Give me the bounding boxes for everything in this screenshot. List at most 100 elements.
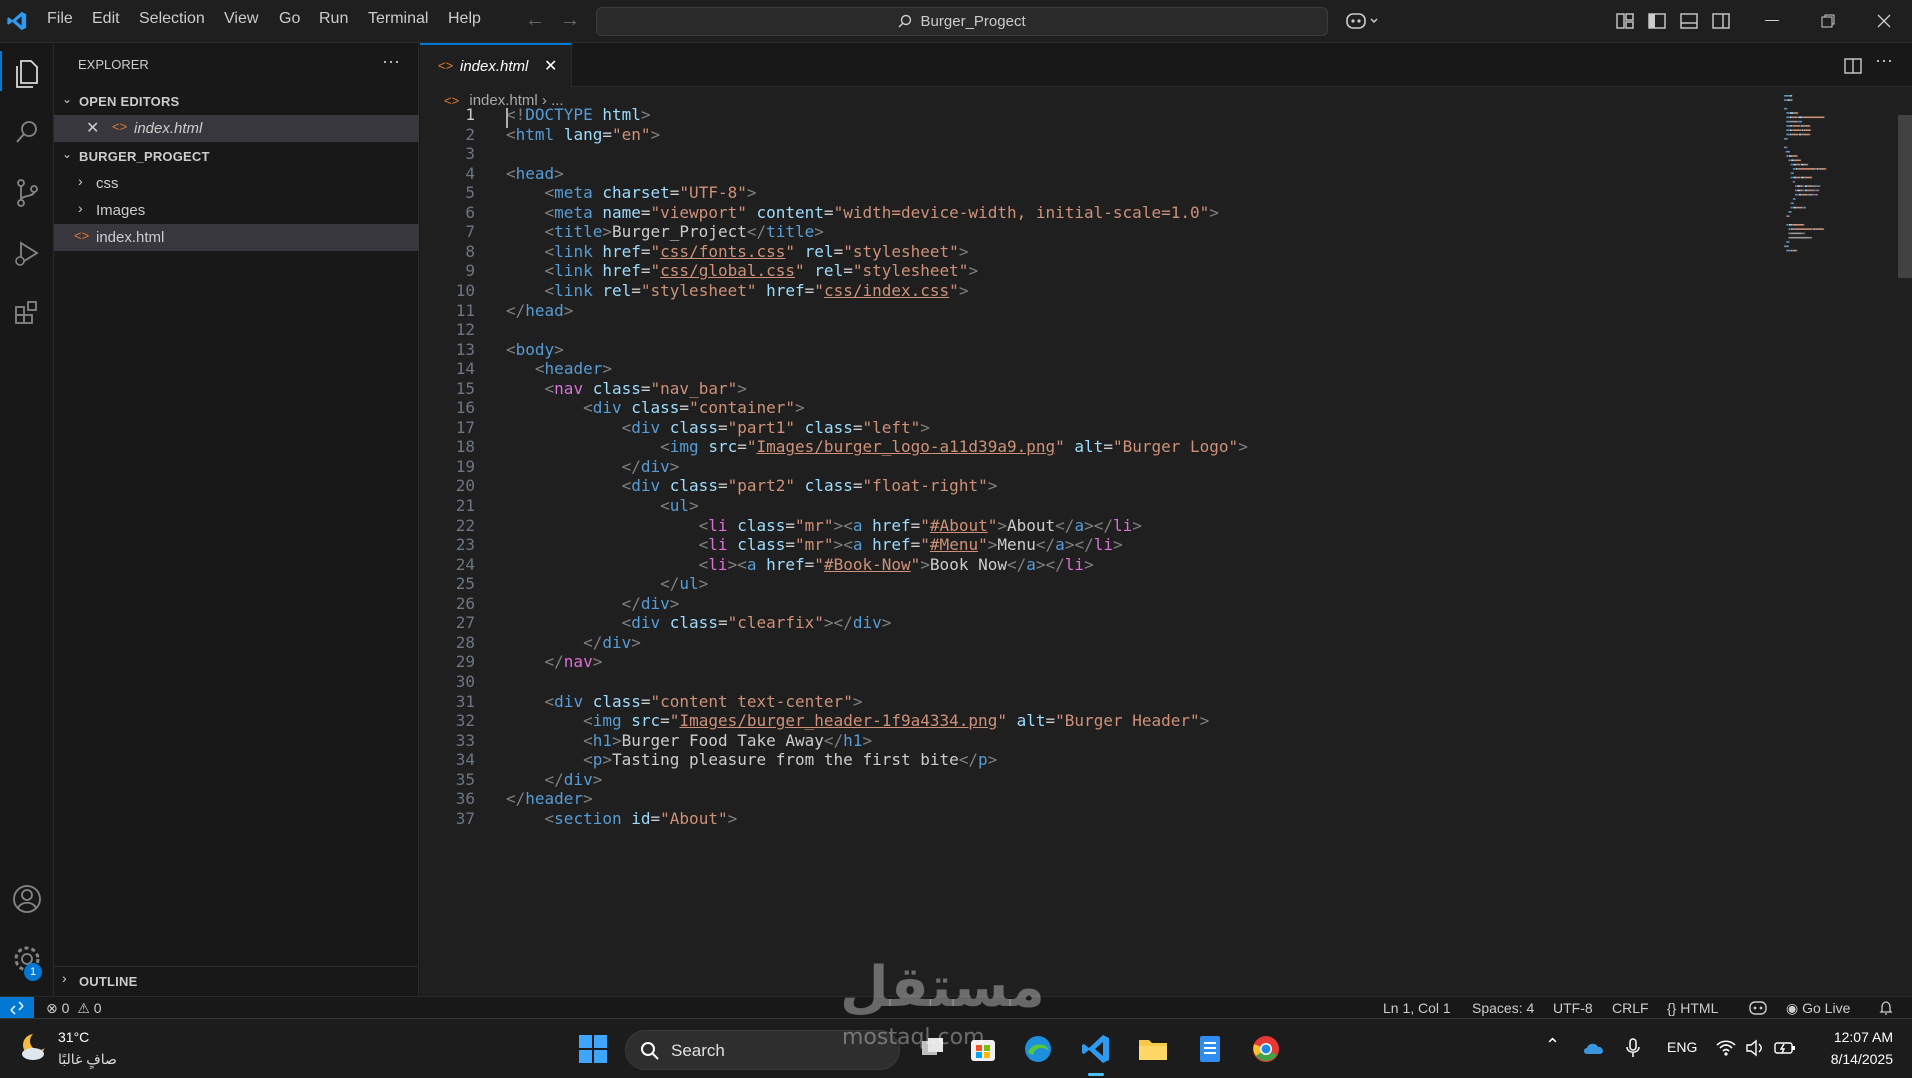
remote-indicator[interactable] [0,997,34,1019]
minimap-token [1791,202,1794,205]
minimap-token [1790,232,1803,235]
restore-button[interactable] [1820,13,1836,29]
problems-indicator[interactable]: ⊗ 0 ⚠ 0 [46,1000,102,1017]
project-folder-section[interactable]: ⌄ BURGER_PROGECT [54,143,419,170]
minimap-token [1794,159,1801,162]
notepad-icon[interactable] [1192,1031,1228,1067]
folder-label: css [96,175,119,192]
microphone-icon[interactable] [1625,1037,1641,1059]
editor-more-actions-icon[interactable]: ··· [1875,50,1893,71]
vertical-scrollbar[interactable] [1898,115,1912,278]
end-of-line[interactable]: CRLF [1612,1000,1649,1016]
minimap-token [1793,112,1798,114]
split-editor-icon[interactable] [1844,57,1862,75]
code-text: <header> [534,359,612,379]
minimap-token [1788,159,1789,162]
code-text: <nav class="nav_bar"> [544,378,747,398]
code-text: <!DOCTYPE html> [506,105,651,124]
wifi-icon[interactable] [1716,1039,1736,1057]
weather-moon-icon[interactable] [16,1029,52,1065]
toggle-secondary-sidebar-icon[interactable] [1712,12,1730,30]
windows-start-icon[interactable] [575,1031,611,1067]
forward-arrow-icon[interactable]: → [560,9,580,32]
vscode-taskbar-icon[interactable] [1078,1031,1114,1067]
minimap-token [1801,120,1803,123]
minimap-token [1790,236,1810,239]
copilot-icon[interactable] [1345,11,1381,31]
menu-file[interactable]: File [47,10,73,28]
minimap-token [1786,125,1787,127]
accounts-icon[interactable] [9,881,45,917]
minimap-token [1789,99,1791,101]
close-window-button[interactable] [1876,13,1892,29]
minimap-token [1792,116,1798,119]
edge-browser-icon[interactable] [1020,1031,1056,1067]
extensions-icon[interactable] [9,295,45,331]
copilot-status-icon[interactable] [1749,1000,1767,1016]
minimap-token [1797,185,1800,187]
minimap-token [1807,185,1809,187]
text-cursor [506,108,508,128]
minimap-token [1792,129,1801,131]
clock-date[interactable]: 8/14/2025 [1817,1051,1893,1067]
more-actions-icon[interactable]: ··· [382,51,400,72]
menu-help[interactable]: Help [448,10,481,28]
minimap-token [1797,155,1798,157]
menu-run[interactable]: Run [319,10,348,28]
line-number: 15 [455,378,475,398]
minimize-button[interactable] [1765,20,1779,21]
menu-go[interactable]: Go [279,10,300,28]
tab-index-html[interactable]: <> index.html ✕ [420,43,572,87]
battery-charging-icon[interactable] [1774,1039,1796,1057]
open-editor-item[interactable]: ✕ <> index.html [54,115,419,142]
minimap-token [1796,206,1797,209]
menu-view[interactable]: View [224,10,258,28]
file-index-html[interactable]: <> index.html [54,224,419,251]
code-editor[interactable]: <> index.html › ... 1 <!DOCTYPE html> 2 <ht… [420,87,1912,996]
minimap-token [1796,249,1798,252]
folder-css[interactable]: › css [54,170,419,197]
file-explorer-icon[interactable] [1135,1031,1171,1067]
chrome-icon[interactable] [1248,1031,1284,1067]
minimap-token [1817,189,1819,192]
run-debug-icon[interactable] [9,235,45,271]
line-number: 23 [455,535,475,555]
minimap-token [1784,146,1785,149]
code-text: <ul> [660,496,699,515]
toggle-primary-sidebar-icon[interactable] [1648,12,1666,30]
outline-section[interactable]: › OUTLINE [54,966,419,993]
folder-images[interactable]: › Images [54,197,419,224]
indentation[interactable]: Spaces: 4 [1472,1000,1534,1016]
language-mode[interactable]: {} HTML [1667,1000,1718,1016]
customize-layout-icon[interactable] [1616,12,1634,30]
onedrive-cloud-icon[interactable] [1582,1040,1606,1056]
minimap-token [1788,232,1791,235]
menu-terminal[interactable]: Terminal [368,10,428,28]
explorer-files-icon[interactable] [9,55,45,91]
open-editors-section[interactable]: ⌄ OPEN EDITORS [54,88,419,115]
clock-time[interactable]: 12:07 AM [1825,1029,1893,1045]
minimap-token [1788,236,1789,239]
close-editor-icon[interactable]: ✕ [86,118,99,138]
toggle-panel-icon[interactable] [1680,12,1698,30]
show-hidden-icons-chevron[interactable]: ⌃ [1545,1035,1560,1056]
code-line[interactable]: 37 <section id="About"> [420,809,1780,833]
bell-icon[interactable] [1878,1000,1894,1016]
line-number: 13 [455,339,475,359]
input-language[interactable]: ENG [1667,1039,1697,1055]
encoding[interactable]: UTF-8 [1553,1000,1593,1016]
command-center-search[interactable]: Burger_Progect [596,7,1328,36]
search-activity-icon[interactable] [9,115,45,151]
minimap-token [1788,215,1790,217]
menu-edit[interactable]: Edit [92,10,120,28]
close-tab-icon[interactable]: ✕ [544,56,557,76]
volume-icon[interactable] [1745,1039,1765,1057]
html-file-icon: <> [112,119,128,134]
cursor-position[interactable]: Ln 1, Col 1 [1383,1000,1451,1016]
minimap[interactable] [1780,87,1896,447]
menu-selection[interactable]: Selection [139,10,205,28]
source-control-icon[interactable] [9,175,45,211]
minimap-token [1793,198,1795,200]
back-arrow-icon[interactable]: ← [525,9,545,32]
go-live-button[interactable]: ◉ Go Live [1786,1000,1850,1017]
